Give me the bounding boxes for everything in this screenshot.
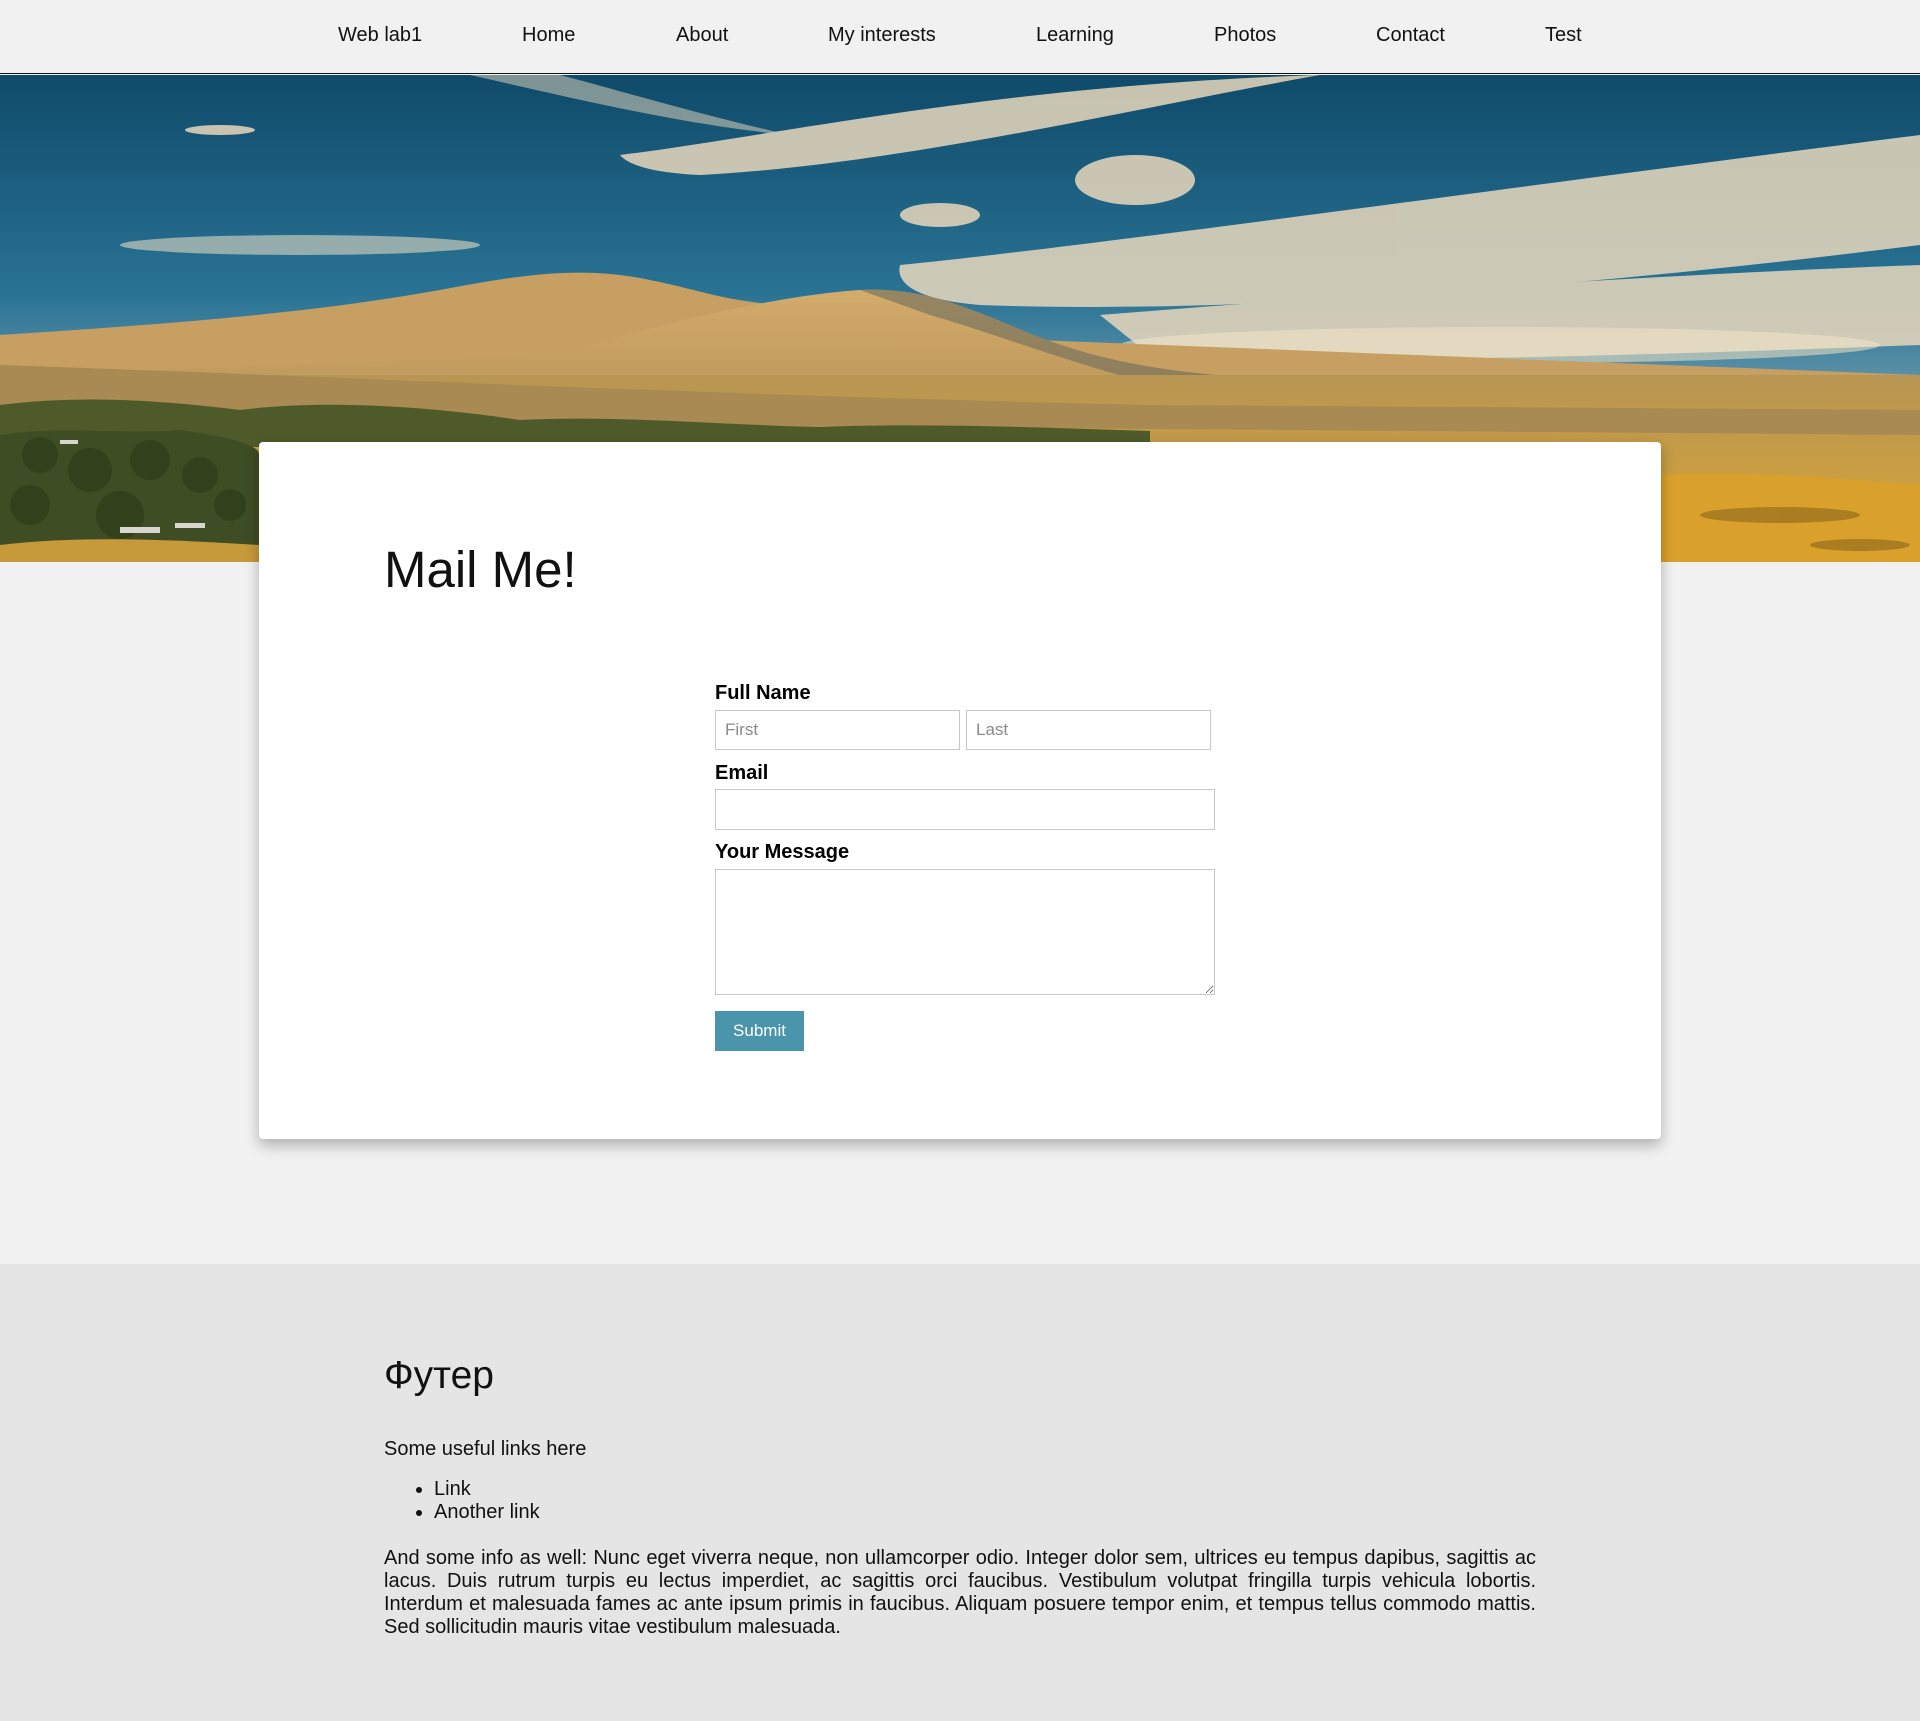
footer-link-list: Link Another link: [384, 1478, 540, 1524]
nav-link-home[interactable]: Home: [522, 24, 575, 47]
footer-link-item: Another link: [434, 1501, 540, 1524]
footer-link-item: Link: [434, 1478, 540, 1501]
page-footer: Футер Some useful links here Link Anothe…: [0, 1264, 1920, 1721]
footer-another-link[interactable]: Another link: [434, 1501, 540, 1523]
footer-link[interactable]: Link: [434, 1478, 471, 1500]
first-name-input[interactable]: [715, 710, 960, 750]
top-navigation: Web lab1 Home About My interests Learnin…: [0, 0, 1920, 74]
nav-link-about[interactable]: About: [676, 24, 728, 47]
email-input[interactable]: [715, 789, 1215, 830]
footer-intro-text: Some useful links here: [384, 1438, 587, 1460]
nav-link-test[interactable]: Test: [1545, 24, 1582, 47]
submit-button[interactable]: Submit: [715, 1011, 804, 1051]
message-textarea[interactable]: [715, 869, 1215, 995]
footer-info-text: And some info as well: Nunc eget viverra…: [384, 1547, 1536, 1638]
nav-link-photos[interactable]: Photos: [1214, 24, 1276, 47]
message-label: Your Message: [715, 841, 850, 863]
nav-link-my-interests[interactable]: My interests: [828, 24, 936, 47]
nav-link-learning[interactable]: Learning: [1036, 24, 1114, 47]
email-label: Email: [715, 762, 769, 784]
last-name-input[interactable]: [966, 710, 1211, 750]
full-name-label: Full Name: [715, 682, 811, 704]
nav-link-contact[interactable]: Contact: [1376, 24, 1445, 47]
page-title: Mail Me!: [384, 541, 577, 598]
footer-title: Футер: [384, 1354, 494, 1397]
nav-link-web-lab1[interactable]: Web lab1: [338, 24, 422, 47]
contact-card: Mail Me! Full Name Email Your Message Su…: [259, 442, 1661, 1139]
